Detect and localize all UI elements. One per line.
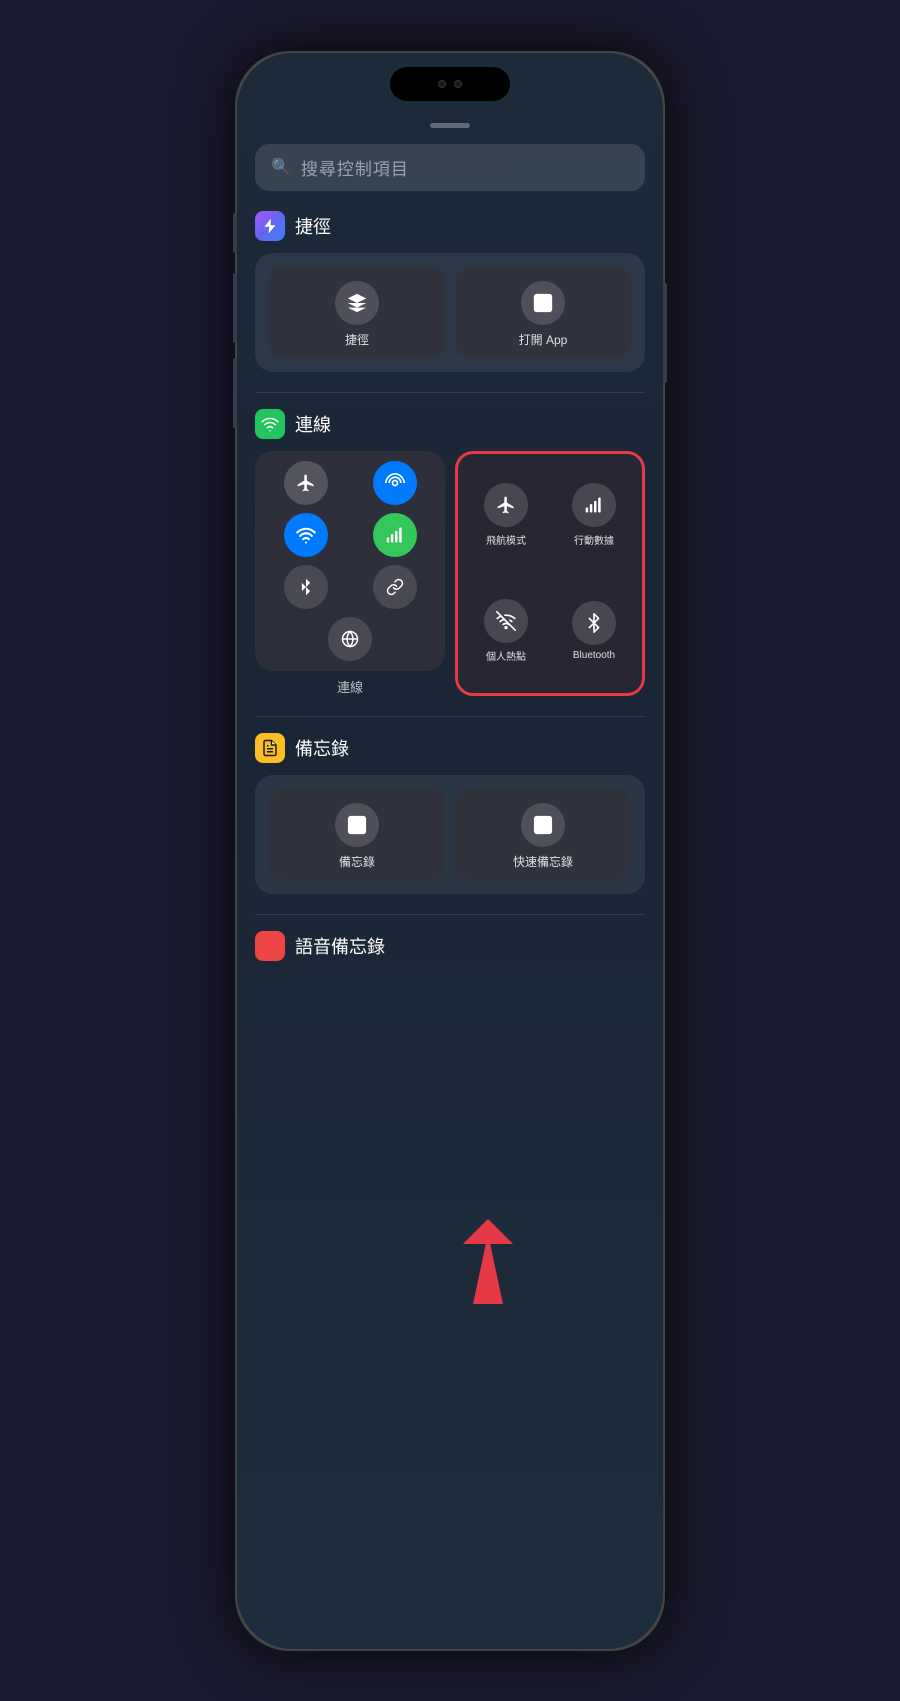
right-bluetooth-icon [584, 613, 604, 633]
right-bluetooth[interactable]: Bluetooth [554, 577, 634, 685]
hotspot-icon [385, 473, 405, 493]
open-app-icon [521, 281, 565, 325]
left-wifi-icon [284, 513, 328, 557]
left-globe-icon [328, 617, 372, 661]
shortcuts-item-label: 捷徑 [345, 331, 369, 348]
notes-header: 備忘錄 [255, 733, 645, 763]
phone-frame: 🔍 搜尋控制項目 捷徑 [235, 51, 665, 1651]
airplane-icon [296, 473, 316, 493]
wifi-icon-left [296, 525, 316, 545]
shortcuts-title: 捷徑 [295, 213, 331, 239]
left-hotspot-icon [373, 461, 417, 505]
red-arrow [453, 1214, 533, 1319]
left-cellular-icon [373, 513, 417, 557]
dynamic-island [390, 67, 510, 101]
shortcuts-header: 捷徑 [255, 211, 645, 241]
waveform-icon [256, 937, 284, 955]
island-sensor [454, 80, 462, 88]
right-cellular[interactable]: 行動數據 [554, 462, 634, 570]
right-bluetooth-btn [572, 601, 616, 645]
left-link[interactable] [354, 565, 435, 609]
search-icon: 🔍 [271, 157, 291, 177]
connectivity-right-panel: 飛航模式 行動 [455, 451, 645, 696]
shortcuts-icon [261, 217, 279, 235]
notes-list-icon: + [346, 814, 368, 836]
right-airplane-icon [496, 495, 516, 515]
shortcuts-section-icon [255, 211, 285, 241]
left-bluetooth[interactable] [265, 565, 346, 609]
left-wifi[interactable] [265, 513, 346, 557]
search-bar[interactable]: 🔍 搜尋控制項目 [255, 144, 645, 191]
phone-screen: 🔍 搜尋控制項目 捷徑 [237, 53, 663, 1649]
shortcuts-grid: 捷徑 打開 App [255, 253, 645, 372]
voice-memos-section: 語音備忘錄 [255, 931, 645, 961]
arrow-svg [453, 1214, 533, 1314]
notes-item[interactable]: + 備忘錄 [269, 789, 445, 880]
quick-note-icon-bg [521, 803, 565, 847]
left-airplane[interactable] [265, 461, 346, 505]
voice-memos-title: 語音備忘錄 [295, 933, 385, 959]
quick-note-icon [532, 814, 554, 836]
shortcuts-item-icon [335, 281, 379, 325]
island-camera [438, 80, 446, 88]
right-bluetooth-label: Bluetooth [573, 650, 615, 661]
right-hotspot-btn [484, 599, 528, 643]
right-hotspot-label: 個人熱點 [486, 648, 526, 663]
notes-title: 備忘錄 [295, 735, 349, 761]
cellular-icon-left [385, 525, 405, 545]
connectivity-layout: 連線 飛航模式 [255, 451, 645, 696]
connectivity-title: 連線 [295, 411, 331, 437]
power-button[interactable] [663, 283, 667, 383]
right-hotspot[interactable]: 個人熱點 [466, 577, 546, 685]
svg-text:+: + [359, 828, 361, 832]
search-placeholder: 搜尋控制項目 [301, 155, 409, 180]
shortcuts-section: 捷徑 捷徑 [255, 211, 645, 372]
notes-section-icon [255, 733, 285, 763]
shortcuts-item[interactable]: 捷徑 [269, 267, 445, 358]
globe-icon [341, 630, 359, 648]
right-cellular-icon [584, 495, 604, 515]
left-link-icon [373, 565, 417, 609]
open-app-icon-svg [532, 292, 554, 314]
left-panel-label: 連線 [255, 677, 445, 696]
wifi-icon [261, 415, 279, 433]
layers-icon [346, 292, 368, 314]
voice-memos-section-icon [255, 931, 285, 961]
connectivity-left-panel [255, 451, 445, 671]
open-app-label: 打開 App [519, 331, 568, 348]
left-cellular[interactable] [354, 513, 435, 557]
quick-note-label: 快速備忘錄 [513, 853, 573, 870]
divider-1 [255, 392, 645, 393]
connectivity-section: 連線 [255, 409, 645, 696]
left-bluetooth-icon [284, 565, 328, 609]
link-icon [386, 578, 404, 596]
notes-item-icon-bg: + [335, 803, 379, 847]
screen-content: 🔍 搜尋控制項目 捷徑 [237, 113, 663, 1649]
notes-section: 備忘錄 + [255, 733, 645, 894]
connectivity-section-icon [255, 409, 285, 439]
right-hotspot-icon [496, 611, 516, 631]
right-cellular-label: 行動數據 [574, 532, 614, 547]
left-hotspot[interactable] [354, 461, 435, 505]
right-cellular-btn [572, 483, 616, 527]
right-airplane-label: 飛航模式 [486, 532, 526, 547]
notes-grid: + 備忘錄 快速備忘錄 [255, 775, 645, 894]
connectivity-header: 連線 [255, 409, 645, 439]
voice-memos-header: 語音備忘錄 [255, 931, 645, 961]
left-globe[interactable] [265, 617, 435, 661]
notes-item-label: 備忘錄 [339, 853, 375, 870]
left-airplane-icon [284, 461, 328, 505]
right-airplane-btn [484, 483, 528, 527]
bluetooth-icon-left [297, 578, 315, 596]
notes-icon [261, 739, 279, 757]
connectivity-left-wrapper: 連線 [255, 451, 445, 696]
open-app-item[interactable]: 打開 App [455, 267, 631, 358]
divider-3 [255, 914, 645, 915]
drag-handle [430, 123, 470, 128]
quick-note-item[interactable]: 快速備忘錄 [455, 789, 631, 880]
divider-2 [255, 716, 645, 717]
right-airplane[interactable]: 飛航模式 [466, 462, 546, 570]
